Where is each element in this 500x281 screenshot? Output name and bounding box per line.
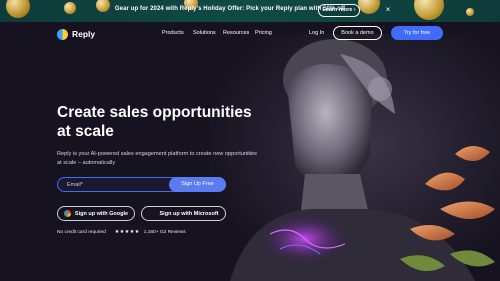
close-icon[interactable]: × (383, 5, 393, 15)
g2-reviews-text: 1,160+ G2 Reviews (143, 229, 186, 235)
brand-name: Reply (72, 29, 96, 39)
google-signup-label: Sign up with Google (74, 210, 129, 217)
brand-logo[interactable]: Reply (57, 28, 95, 40)
nav-pricing[interactable]: Pricing (255, 30, 272, 36)
hero-headline: Create sales opportunities at scale (57, 104, 252, 140)
email-field[interactable] (67, 181, 167, 189)
reply-logo-icon (57, 28, 68, 40)
microsoft-signup-label: Sign up with Microsoft (159, 210, 219, 217)
nav-resources[interactable]: Resources (223, 30, 249, 36)
promo-banner: Gear up for 2024 with Reply's Holiday Of… (0, 0, 500, 22)
login-link[interactable]: Log In (309, 30, 324, 36)
book-demo-button[interactable]: Book a demo (333, 26, 382, 40)
nav-products[interactable]: Products (162, 30, 184, 36)
nav-solutions[interactable]: Solutions (193, 30, 216, 36)
signup-button[interactable]: Sign Up Free (169, 177, 226, 192)
google-signup-button[interactable]: Sign up with Google (57, 206, 135, 221)
hero-subhead: Reply is your AI-powered sales engagemen… (57, 151, 257, 166)
trust-row: No credit card required ★★★★★ 1,160+ G2 … (57, 228, 186, 236)
no-card-text: No credit card required (57, 229, 106, 235)
google-icon (63, 210, 71, 217)
try-free-button[interactable]: Try for free (391, 26, 443, 40)
microsoft-icon (149, 210, 156, 217)
email-signup-form: Sign Up Free (57, 177, 226, 192)
learn-more-button[interactable]: Learn more › (318, 4, 360, 17)
banner-message: Gear up for 2024 with Reply's Holiday Of… (114, 6, 346, 12)
star-rating-icon: ★★★★★ (114, 229, 140, 235)
microsoft-signup-button[interactable]: Sign up with Microsoft (141, 206, 226, 221)
